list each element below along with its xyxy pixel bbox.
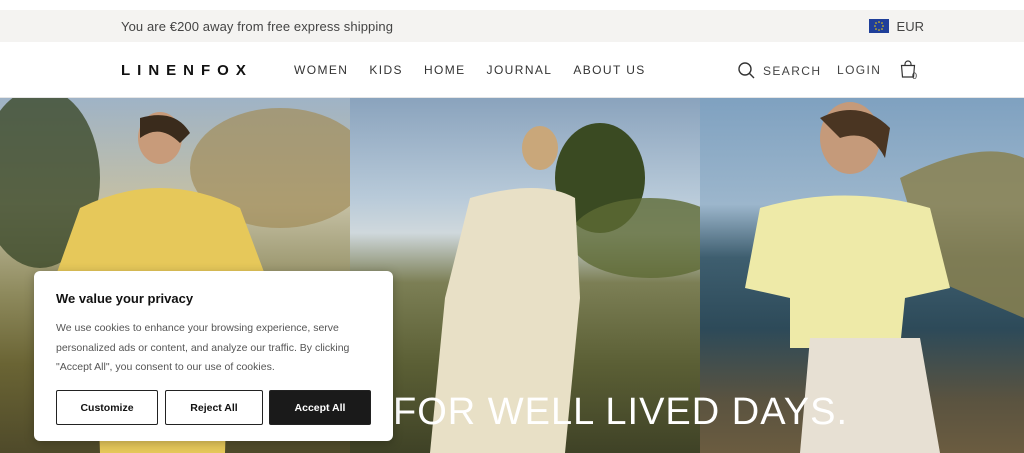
hero-title: FOR WELL LIVED DAYS. bbox=[393, 391, 848, 433]
nav-women[interactable]: WOMEN bbox=[294, 63, 348, 77]
eu-flag-icon bbox=[868, 19, 889, 33]
cookie-title: We value your privacy bbox=[56, 291, 194, 306]
customize-button[interactable]: Customize bbox=[56, 390, 158, 425]
currency-label: EUR bbox=[896, 18, 924, 34]
login-link[interactable]: LOGIN bbox=[837, 63, 881, 77]
nav-home[interactable]: HOME bbox=[424, 63, 466, 77]
currency-selector[interactable]: EUR bbox=[868, 18, 924, 34]
cart-count: 0 bbox=[912, 71, 918, 81]
reject-all-button[interactable]: Reject All bbox=[165, 390, 263, 425]
promo-bar: You are €200 away from free express ship… bbox=[0, 10, 1024, 42]
nav-journal[interactable]: JOURNAL bbox=[487, 63, 553, 77]
search-icon bbox=[738, 62, 755, 79]
main-nav: WOMEN KIDS HOME JOURNAL ABOUT US bbox=[294, 63, 667, 77]
search-label: SEARCH bbox=[763, 63, 822, 78]
cookie-consent-banner: We value your privacy We use cookies to … bbox=[34, 271, 393, 441]
search-button[interactable]: SEARCH bbox=[738, 62, 821, 79]
site-logo[interactable]: LINENFOX bbox=[121, 62, 253, 79]
cart-button[interactable]: 0 bbox=[900, 60, 920, 82]
accept-all-button[interactable]: Accept All bbox=[269, 390, 371, 425]
site-header: LINENFOX WOMEN KIDS HOME JOURNAL ABOUT U… bbox=[0, 42, 1024, 98]
cookie-description: We use cookies to enhance your browsing … bbox=[56, 322, 350, 373]
nav-kids[interactable]: KIDS bbox=[369, 63, 403, 77]
shipping-promo-text: You are €200 away from free express ship… bbox=[121, 18, 394, 34]
nav-about-us[interactable]: ABOUT US bbox=[573, 63, 645, 77]
